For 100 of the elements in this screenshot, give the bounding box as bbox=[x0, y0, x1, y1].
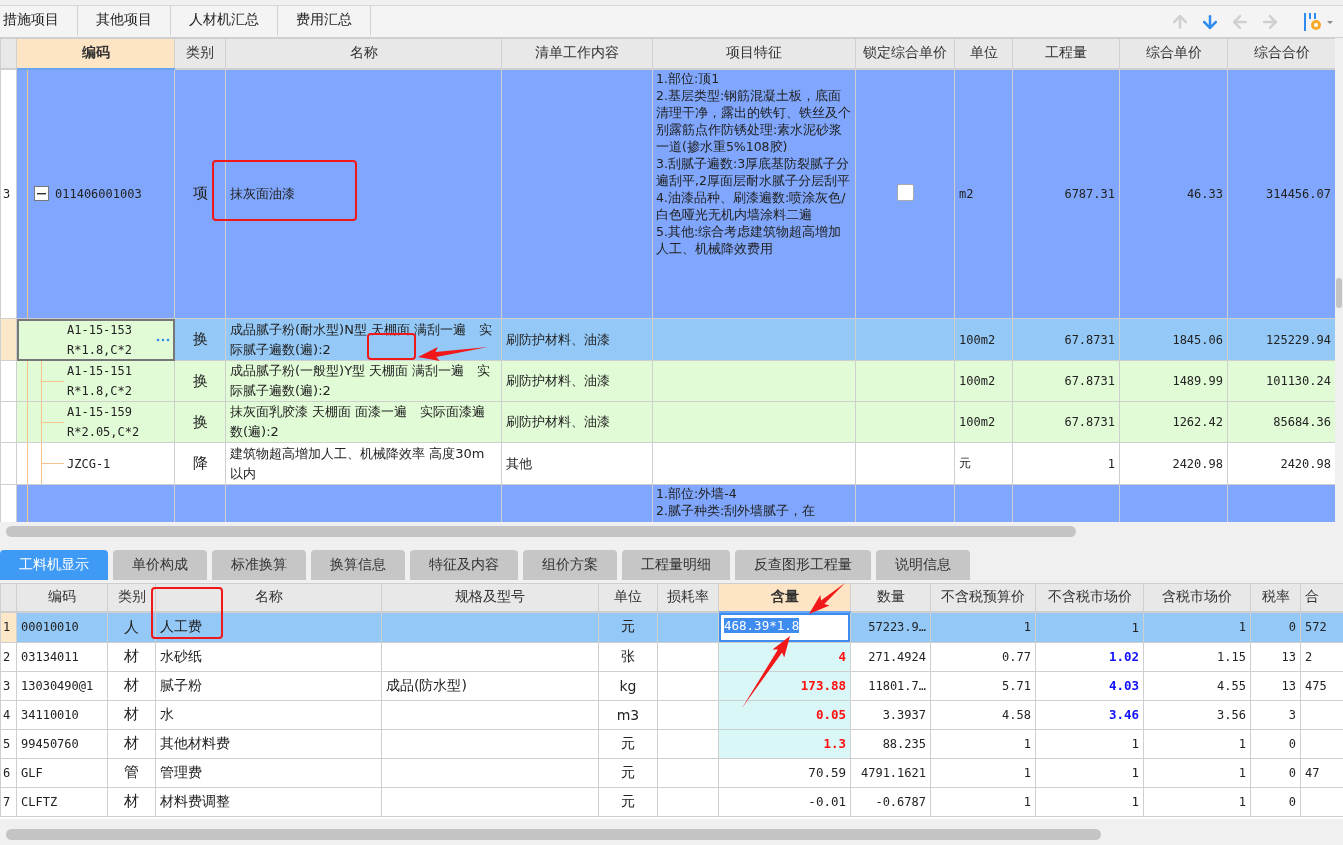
column-header[interactable]: 清单工作内容 bbox=[501, 38, 653, 69]
column-header[interactable]: 数量 bbox=[850, 583, 931, 612]
table-cell: 刷防护材料、油漆 bbox=[501, 360, 653, 402]
table-cell: 173.88 bbox=[718, 671, 851, 700]
table-cell: 抹灰面乳胶漆 天棚面 面漆一遍 实际面漆遍数(遍):2 bbox=[225, 401, 502, 443]
column-header[interactable]: 规格及型号 bbox=[381, 583, 599, 612]
table-cell: 1 bbox=[1143, 787, 1251, 816]
tab[interactable]: 说明信息 bbox=[876, 550, 970, 580]
tab[interactable]: 措施项目 bbox=[0, 6, 78, 37]
table-cell: 99450760 bbox=[16, 729, 108, 758]
table-cell: 1.15 bbox=[1143, 642, 1251, 671]
collapse-toggle[interactable] bbox=[34, 186, 49, 202]
more-icon[interactable] bbox=[156, 337, 171, 342]
table-cell: 00010010 bbox=[16, 611, 108, 642]
table-cell: 1489.99 bbox=[1119, 360, 1228, 402]
column-header[interactable]: 含税市场价 bbox=[1143, 583, 1251, 612]
table-cell: 材 bbox=[107, 700, 156, 729]
column-header[interactable]: 税率 bbox=[1250, 583, 1301, 612]
table-cell: 1 bbox=[1012, 442, 1120, 485]
tab[interactable]: 反查图形工程量 bbox=[735, 550, 871, 580]
table-row[interactable]: 1.部位:外墙-4 2.腻子种类:刮外墙腻子，在 bbox=[0, 484, 1335, 522]
tab[interactable]: 标准换算 bbox=[212, 550, 306, 580]
column-header[interactable]: 类别 bbox=[107, 583, 156, 612]
table-cell: 1 bbox=[930, 758, 1036, 787]
table-cell: 元 bbox=[954, 442, 1013, 485]
table-cell: 3.56 bbox=[1143, 700, 1251, 729]
column-header[interactable]: 单位 bbox=[598, 583, 658, 612]
table-row[interactable]: 7 CLFTZ 材 材料费调整 元 -0.01 -0.6787 1 1 1 0 bbox=[0, 787, 1343, 816]
row-number: 6 bbox=[0, 758, 17, 787]
table-cell: 6787.31 bbox=[1012, 68, 1120, 319]
table-row[interactable]: JZCG-1 降 建筑物超高增加人工、机械降效率 高度30m以内 其他 元 1 2420.98 2420.98 bbox=[0, 442, 1335, 485]
table-cell: 其他材料费 bbox=[155, 729, 382, 758]
table-cell: 2420.98 bbox=[1119, 442, 1228, 485]
table-row[interactable]: 2 03134011 材 水砂纸 张 4 271.4924 0.77 1.02 1.15 13 2 bbox=[0, 642, 1343, 671]
code-text: A1-15-153 R*1.8,C*2 bbox=[67, 321, 133, 359]
table-cell: 3.46 bbox=[1035, 700, 1144, 729]
table-cell: m3 bbox=[598, 700, 658, 729]
row-number: 4 bbox=[0, 700, 17, 729]
column-header[interactable]: 含量 bbox=[718, 583, 851, 612]
table-cell bbox=[657, 611, 719, 642]
tab[interactable]: 单价构成 bbox=[113, 550, 207, 580]
column-header[interactable]: 单位 bbox=[954, 38, 1013, 69]
tab[interactable]: 换算信息 bbox=[311, 550, 405, 580]
table-row[interactable]: 3 13030490@1 材 腻子粉 成品(防水型) kg 173.88 11801.7… 5.71 4.03 4.55 13 475 bbox=[0, 671, 1343, 700]
column-header[interactable]: 损耗率 bbox=[657, 583, 719, 612]
table-cell: 抹灰面油漆 bbox=[225, 68, 502, 319]
table-cell: 换 bbox=[174, 318, 226, 361]
table-row[interactable]: 6 GLF 管 管理费 元 70.59 4791.1621 1 1 1 0 47 bbox=[0, 758, 1343, 787]
table-cell: 0 bbox=[1250, 611, 1301, 642]
annotation-box bbox=[151, 587, 223, 639]
table-cell: 换 bbox=[174, 401, 226, 443]
table-cell: 11801.7… bbox=[850, 671, 931, 700]
column-header[interactable]: 综合单价 bbox=[1119, 38, 1228, 69]
column-header[interactable]: 合 bbox=[1300, 583, 1343, 612]
table-cell: 67.8731 bbox=[1012, 318, 1120, 361]
table-cell bbox=[657, 700, 719, 729]
column-header[interactable]: 不含税市场价 bbox=[1035, 583, 1144, 612]
table-cell: 元 bbox=[598, 787, 658, 816]
column-header[interactable]: 锁定综合单价 bbox=[855, 38, 955, 69]
table-cell: 70.59 bbox=[718, 758, 851, 787]
table-cell: 人 bbox=[107, 611, 156, 642]
table-cell: 水 bbox=[155, 700, 382, 729]
table-row[interactable]: A1-15-159 R*2.05,C*2 换 抹灰面乳胶漆 天棚面 面漆一遍 实际面漆遍数(遍):2 刷防护材料、油漆 100m2 67.8731 1262.42 85684.36 bbox=[0, 401, 1335, 443]
row-number: 3 bbox=[0, 68, 17, 319]
table-row[interactable]: 5 99450760 材 其他材料费 元 1.3 88.235 1 1 1 0 bbox=[0, 729, 1343, 758]
table-row[interactable]: 4 34110010 材 水 m3 0.05 3.3937 4.58 3.46 3.56 3 bbox=[0, 700, 1343, 729]
tab[interactable]: 组价方案 bbox=[523, 550, 617, 580]
table-cell: GLF bbox=[16, 758, 108, 787]
table-cell: -0.6787 bbox=[850, 787, 931, 816]
row-number: 2 bbox=[0, 642, 17, 671]
checkbox[interactable] bbox=[896, 183, 914, 201]
table-cell bbox=[657, 729, 719, 758]
column-header[interactable]: 综合合价 bbox=[1227, 38, 1335, 69]
tab[interactable]: 特征及内容 bbox=[410, 550, 518, 580]
column-header[interactable]: 不含税预算价 bbox=[930, 583, 1036, 612]
table-cell: 1 bbox=[930, 729, 1036, 758]
table-row[interactable] bbox=[0, 68, 1335, 319]
column-header[interactable]: 编码 bbox=[16, 583, 108, 612]
column-header[interactable]: 类别 bbox=[174, 38, 226, 69]
annotation-arrow bbox=[742, 636, 790, 708]
annotation-arrow bbox=[809, 583, 845, 614]
table-cell: 人工费 bbox=[155, 611, 382, 642]
table-cell: 1845.06 bbox=[1119, 318, 1228, 361]
column-settings-icon[interactable] bbox=[1303, 10, 1335, 33]
column-header[interactable]: 工程量 bbox=[1012, 38, 1120, 69]
row-number: 3 bbox=[0, 671, 17, 700]
column-header[interactable]: 项目特征 bbox=[652, 38, 856, 69]
table-cell: 4.03 bbox=[1035, 671, 1144, 700]
table-cell: 3.3937 bbox=[850, 700, 931, 729]
table-cell: 1 bbox=[1035, 758, 1144, 787]
table-row[interactable]: 1 00010010 人 人工费 元 468.39*1.8 57223.9… 1 1 1 0 572 bbox=[0, 611, 1343, 642]
table-cell: 1 bbox=[930, 787, 1036, 816]
table-cell: 4.55 bbox=[1143, 671, 1251, 700]
table-cell: 腻子粉 bbox=[155, 671, 382, 700]
table-cell: 03134011 bbox=[16, 642, 108, 671]
tab[interactable]: 工程量明细 bbox=[622, 550, 730, 580]
column-header[interactable]: 编码 bbox=[16, 38, 175, 69]
table-row[interactable]: A1-15-151 R*1.8,C*2 换 成品腻子粉(一般型)Y型 天棚面 满刮一遍 实际腻子遍数(遍):2 刷防护材料、油漆 100m2 67.8731 1489.99 101130.24 bbox=[0, 360, 1335, 402]
column-header[interactable]: 名称 bbox=[225, 38, 502, 69]
column-header[interactable]: 名称 bbox=[155, 583, 382, 612]
